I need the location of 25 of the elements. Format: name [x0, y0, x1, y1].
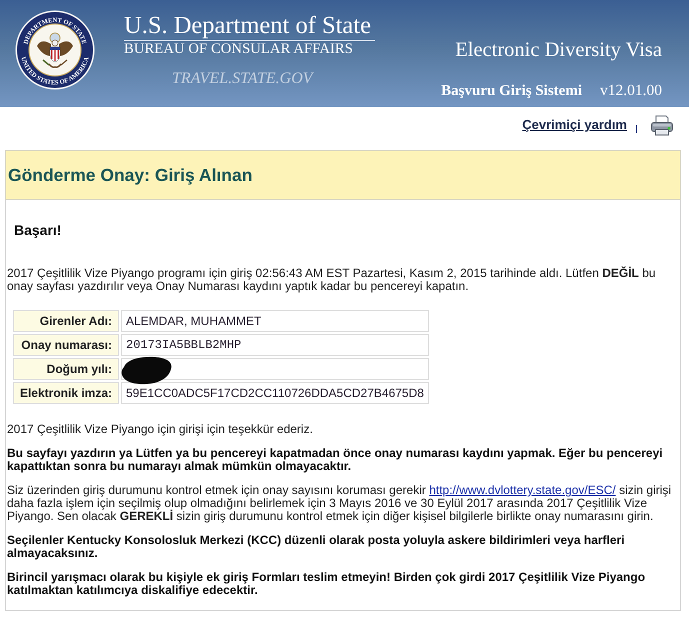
duplicate-warning-text: Birincil yarışmacı olarak bu kişiyle ek giriş Formları teslim etmeyin! Birden çok girdi 2017 Çeşitlilik Vize Piyango katılmaktan katılımcıya diskalifiye edecektir.: [7, 571, 646, 597]
detail-value: 59E1CC0ADC5F17CD2CC110726DDA5CD27B4675D8: [121, 382, 429, 404]
status-check-link[interactable]: http://www.dvlottery.state.gov/ESC/: [429, 483, 616, 497]
print-warning-text: Bu sayfayı yazdırın ya Lütfen ya bu pencereyi kapatmadan önce onay numarası kaydını yapmak. Eğer bu pencereyi kapattıktan sonra bu numarayı almak mümkün olmayacaktır.: [7, 447, 664, 473]
thanks-text: 2017 Çeşitlilik Vize Piyango için girişi için teşekkür ederiz.: [7, 423, 314, 436]
detail-value: ALEMDAR, MUHAMMET: [121, 310, 429, 332]
status-check-text: Siz üzerinden giriş durumunu kontrol etmek için onay sayısını koruması gerekir http://www.dvlottery.state.gov/ESC/ sizin girişi daha fazla işlem için seçilmiş olup olmadığını belirlemek için 3 Mayıs 2016 ve 30 Eylül 2017 arasında 2017 Çeşitlilik Vize Piyango. Sen olacak GEREKLİ sizin giriş durumunu kontrol etmek için diğer kişisel bilgilerle birlikte onay numarasını girin.: [7, 484, 672, 523]
department-title: U.S. Department of State: [124, 12, 371, 40]
redaction-mark-icon: [121, 355, 173, 385]
detail-label: Girenler Adı:: [13, 310, 119, 332]
page-title: Gönderme Onay: Giriş Alınan: [8, 164, 252, 186]
detail-label: Doğum yılı:: [13, 358, 119, 380]
success-heading: Başarı!: [14, 222, 62, 238]
detail-label: Onay numarası:: [13, 334, 119, 356]
detail-value: 20173IA5BBLB2MHP: [121, 334, 429, 356]
app-name: Electronic Diversity Visa: [455, 38, 662, 62]
printer-icon[interactable]: [650, 115, 674, 136]
online-help-link[interactable]: Çevrimiçi yardım: [522, 117, 627, 132]
system-name: Başvuru Giriş Sistemi: [441, 82, 582, 100]
website-text: TRAVEL.STATE.GOV: [172, 70, 313, 88]
confirmation-text: 2017 Çeşitlilik Vize Piyango programı için giriş 02:56:43 AM EST Pazartesi, Kasım 2, 2015 tarihinde aldı. Lütfen DEĞİL bu onay sayfası yazdırılır veya Onay Numarası kaydını yaptık kadar bu pencereyi kapatın.: [7, 267, 657, 293]
mail-notice-text: Seçilenler Kentucky Konsolosluk Merkezi (KCC) düzenli olarak posta yoluyla askere bildirimleri veya harfleri almayacaksınız.: [7, 534, 626, 560]
version-text: v12.01.00: [600, 82, 662, 100]
bureau-subtitle: BUREAU OF CONSULAR AFFAIRS: [124, 41, 353, 58]
detail-label: Elektronik imza:: [13, 382, 119, 404]
